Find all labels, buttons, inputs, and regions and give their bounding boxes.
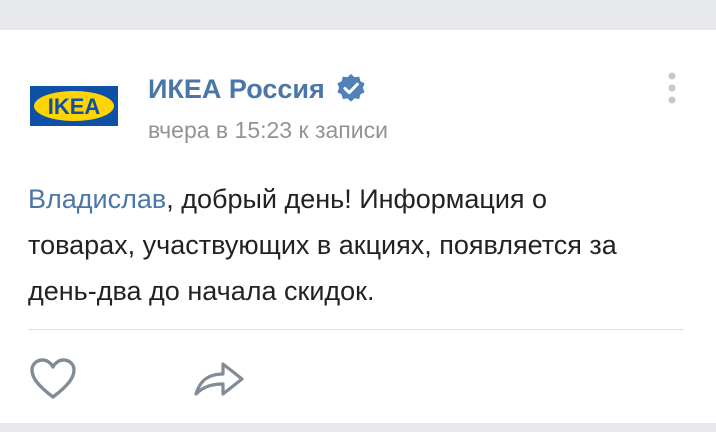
comment-text-line1: , добрый день! Информация о <box>166 184 548 214</box>
comment-text-line3: день-два до начала скидок. <box>28 276 375 306</box>
avatar[interactable]: IKEA <box>24 56 124 156</box>
feed-background-bottom <box>0 423 716 432</box>
divider <box>28 329 684 330</box>
feed-background-top <box>0 0 716 30</box>
share-arrow-icon[interactable] <box>192 358 246 400</box>
comment-timestamp[interactable]: вчера в 15:23 к записи <box>148 114 388 146</box>
more-vertical-icon[interactable] <box>664 70 680 110</box>
verified-check-icon <box>337 74 365 102</box>
author-name-label[interactable]: ИКЕА Россия <box>148 72 325 106</box>
comment-text-line2: товарах, участвующих в акциях, появляетс… <box>28 230 617 260</box>
heart-icon[interactable] <box>28 356 78 402</box>
mention-link[interactable]: Владислав <box>28 184 166 214</box>
ikea-logo-text: IKEA <box>48 94 101 119</box>
comment-text: Владислав, добрый день! Информация о тов… <box>28 176 688 314</box>
author-name[interactable]: ИКЕА Россия <box>148 72 367 106</box>
